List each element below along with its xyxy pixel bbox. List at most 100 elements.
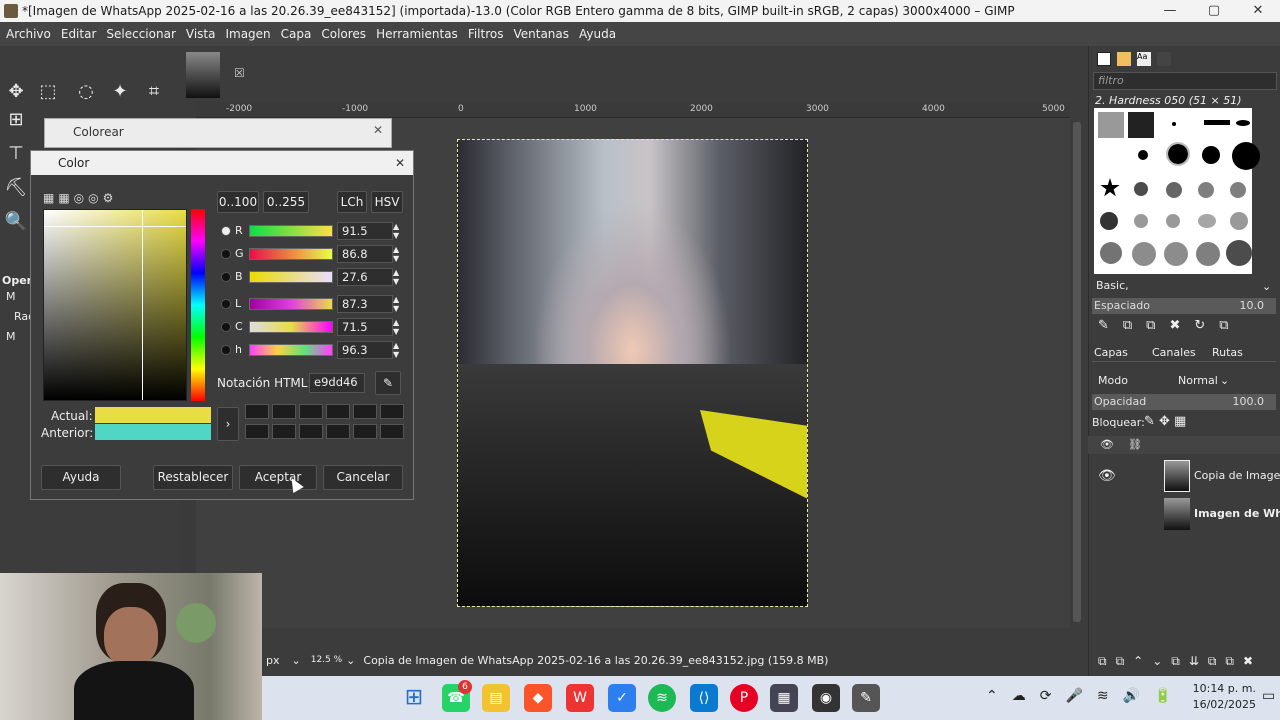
spin-arrows-icon[interactable]: ▲ ▼	[393, 222, 399, 240]
history-swatch[interactable]	[272, 424, 296, 439]
image-thumbnail[interactable]	[186, 52, 220, 98]
brush-item[interactable]	[1172, 122, 1176, 126]
brush-item[interactable]	[1166, 182, 1182, 198]
brush-item[interactable]	[1202, 146, 1220, 164]
spin-arrows-icon[interactable]: ▲ ▼	[393, 318, 399, 336]
history-swatch[interactable]	[326, 424, 350, 439]
history-swatch[interactable]	[353, 404, 377, 419]
align-tool-icon[interactable]: ⊤	[4, 142, 28, 166]
brush-item[interactable]	[1196, 242, 1220, 266]
screen-icon[interactable]: ⊞	[4, 108, 28, 132]
g-value[interactable]: 86.8	[337, 245, 393, 263]
brush-item[interactable]	[1132, 242, 1156, 266]
menu-filtros[interactable]: Filtros	[468, 27, 504, 41]
brush-item[interactable]	[1198, 214, 1216, 228]
document-tab-icon[interactable]	[1157, 52, 1171, 66]
tray-icons[interactable]: ⌃☁⟳🎤≋🔊🔋	[986, 688, 1186, 704]
layer-name[interactable]: Copia de Imagen d	[1194, 469, 1280, 482]
brush-item[interactable]	[1134, 182, 1148, 196]
windows-start-icon[interactable]: ⊞	[400, 684, 428, 712]
anterior-color-swatch[interactable]	[95, 424, 211, 440]
brush-item[interactable]	[1100, 212, 1118, 230]
move-tool-icon[interactable]: ✥	[4, 80, 28, 104]
chevron-down-icon[interactable]: ⌄	[346, 654, 355, 667]
spin-arrows-icon[interactable]: ▲ ▼	[393, 295, 399, 313]
brush-item[interactable]	[1226, 240, 1252, 266]
vertical-scrollbar[interactable]	[1070, 118, 1084, 628]
brush-item[interactable]	[1138, 150, 1148, 160]
c-value[interactable]: 71.5	[337, 318, 393, 336]
chevron-down-icon[interactable]: ⌄	[1262, 280, 1271, 293]
todo-icon[interactable]: ✓	[608, 684, 636, 712]
menu-colores[interactable]: Colores	[321, 27, 366, 41]
l-value[interactable]: 87.3	[337, 295, 393, 313]
menu-ayuda[interactable]: Ayuda	[579, 27, 616, 41]
history-swatch[interactable]	[245, 424, 269, 439]
channel-radio-c[interactable]	[221, 322, 231, 332]
brush-item-star[interactable]	[1100, 178, 1120, 197]
layer-name[interactable]: Imagen de Wha	[1194, 507, 1280, 520]
clone-tool-icon[interactable]: ⛏	[4, 176, 28, 200]
tab-capas[interactable]: Capas	[1094, 346, 1128, 359]
channel-radio-r[interactable]	[221, 226, 231, 236]
vscode-icon[interactable]: ⟨⟩	[690, 684, 718, 712]
tab-rutas[interactable]: Rutas	[1212, 346, 1243, 359]
channel-radio-b[interactable]	[221, 272, 231, 282]
clock-time[interactable]: 10:14 p. m.	[1192, 682, 1256, 695]
lock-icons[interactable]: ✎ ✥ ▦	[1144, 414, 1186, 429]
help-button[interactable]: Ayuda	[41, 465, 121, 490]
history-swatch[interactable]	[299, 424, 323, 439]
maximize-button[interactable]: ▢	[1192, 0, 1236, 22]
image-photo-train[interactable]	[457, 139, 808, 607]
mode-item-1[interactable]: M	[6, 290, 16, 303]
brush-item[interactable]	[1164, 242, 1188, 266]
layer-row[interactable]: 👁 Copia de Imagen d	[1088, 458, 1280, 494]
range-255-button[interactable]: 0..255	[263, 191, 309, 213]
menu-seleccionar[interactable]: Seleccionar	[106, 27, 175, 41]
history-swatch[interactable]	[299, 404, 323, 419]
zoom-select[interactable]: 12.5 %	[311, 655, 342, 665]
spin-arrows-icon[interactable]: ▲ ▼	[393, 268, 399, 286]
gimp-taskbar-icon[interactable]: ✎	[852, 684, 880, 712]
cancel-button[interactable]: Cancelar	[323, 465, 403, 490]
spotify-icon[interactable]: ≋	[648, 684, 676, 712]
layer-row[interactable]: Imagen de Wha	[1088, 496, 1280, 532]
chevron-down-icon[interactable]: ⌄	[1220, 374, 1229, 387]
menu-ventanas[interactable]: Ventanas	[513, 27, 569, 41]
html-notation-input[interactable]: e9dd46	[309, 373, 365, 393]
brush-item[interactable]	[1134, 214, 1148, 228]
obs-icon[interactable]: ◉	[812, 684, 840, 712]
crop-tool-icon[interactable]: ⌗	[142, 80, 166, 104]
channel-radio-g[interactable]	[221, 249, 231, 259]
spacing-slider[interactable]: Espaciado 10.0	[1092, 298, 1276, 314]
brush-item[interactable]	[1166, 214, 1180, 228]
opacity-slider[interactable]: Opacidad 100.0	[1092, 394, 1276, 410]
brush-item[interactable]	[1198, 182, 1214, 198]
reset-button[interactable]: Restablecer	[153, 465, 233, 490]
close-icon[interactable]: ✕	[395, 151, 405, 175]
brush-item[interactable]	[1236, 120, 1250, 126]
brushes-tab-icon[interactable]	[1097, 52, 1111, 66]
brush-filter-input[interactable]: filtro	[1093, 72, 1277, 90]
menu-imagen[interactable]: Imagen	[225, 27, 270, 41]
lasso-tool-icon[interactable]: ◌	[74, 80, 98, 104]
tab-canales[interactable]: Canales	[1152, 346, 1196, 359]
brush-actions[interactable]: ✎⧉⧉✖↻⧉	[1098, 318, 1268, 336]
wps-office-icon[interactable]: W	[566, 684, 594, 712]
brush-item[interactable]	[1128, 112, 1154, 138]
c-slider[interactable]	[249, 321, 333, 333]
history-swatch[interactable]	[380, 404, 404, 419]
brush-item[interactable]	[1098, 112, 1124, 138]
spin-arrows-icon[interactable]: ▲ ▼	[393, 245, 399, 263]
channel-radio-l[interactable]	[221, 299, 231, 309]
color-picker-icon[interactable]: ✎	[375, 371, 401, 395]
hue-strip[interactable]	[191, 209, 205, 401]
spin-arrows-icon[interactable]: ▲ ▼	[393, 341, 399, 359]
range-100-button[interactable]: 0..100	[217, 191, 259, 213]
close-icon[interactable]: ✕	[373, 123, 383, 137]
chevron-down-icon[interactable]: ⌄	[292, 654, 301, 667]
close-window-button[interactable]: ✕	[1236, 0, 1280, 22]
menu-vista[interactable]: Vista	[186, 27, 216, 41]
l-slider[interactable]	[249, 298, 333, 310]
brush-grid[interactable]	[1094, 108, 1260, 274]
